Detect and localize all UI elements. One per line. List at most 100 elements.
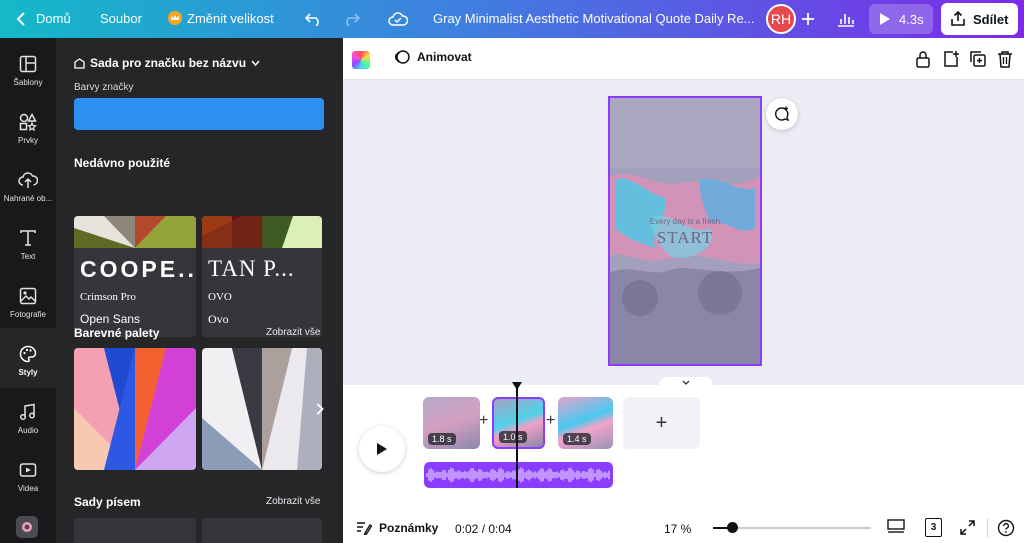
add-comment-button[interactable]: [766, 98, 798, 130]
help-icon[interactable]: [997, 519, 1015, 540]
upload-icon: [18, 172, 38, 188]
palette-stripe: [74, 216, 196, 248]
timeline-clip-selected[interactable]: 1.0 s: [492, 397, 545, 449]
timeline-clip[interactable]: 1.4 s: [558, 397, 613, 449]
recent-heading: Nedávno použité: [74, 156, 171, 170]
top-bar: Domů Soubor Změnit velikost Gray Minimal…: [0, 0, 1024, 38]
file-menu-button[interactable]: Soubor: [100, 11, 142, 26]
palettes-heading: Barevné palety: [74, 326, 160, 340]
scroll-right-button[interactable]: [310, 396, 330, 422]
add-collaborator-icon[interactable]: [795, 6, 821, 32]
rail-item-audio[interactable]: Audio: [0, 403, 56, 461]
plus-icon: +: [655, 411, 668, 434]
font-preview-title: TAN P...: [208, 256, 295, 281]
rail-item-uploads[interactable]: Nahrané ob...: [0, 171, 56, 229]
font-set-card[interactable]: COOPE... Crimson Pro Open Sans: [74, 216, 196, 337]
font-set-card[interactable]: [74, 518, 196, 543]
quote-subtitle[interactable]: Every day is a fresh: [610, 217, 760, 226]
font-name-primary: Crimson Pro: [80, 291, 136, 303]
chevron-left-icon[interactable]: [8, 6, 34, 32]
clip-duration: 1.4 s: [563, 433, 591, 445]
rail-item-elements[interactable]: Prvky: [0, 113, 56, 171]
rail-item-video[interactable]: Videa: [0, 461, 56, 519]
bottom-bar: Poznámky 0:02 / 0:04 17 % 3: [343, 512, 1024, 543]
share-icon: [951, 11, 965, 26]
chevron-right-icon: [316, 403, 324, 415]
font-name-secondary: Open Sans: [80, 312, 141, 326]
resize-button[interactable]: Změnit velikost: [187, 11, 274, 26]
insights-chart-icon[interactable]: [833, 6, 859, 32]
font-set-card[interactable]: TAN P... OVO Ovo: [202, 216, 322, 337]
share-label: Sdílet: [973, 11, 1009, 27]
page-count-button[interactable]: 3: [925, 518, 942, 537]
add-transition-icon[interactable]: +: [546, 412, 555, 430]
rail-label: Audio: [17, 426, 39, 435]
zoom-readout[interactable]: 17 %: [664, 522, 691, 536]
clip-duration: 1.8 s: [428, 433, 456, 445]
user-avatar[interactable]: RH: [766, 4, 796, 34]
zoom-slider[interactable]: [713, 522, 871, 533]
rail-label: Text: [20, 252, 36, 261]
design-page[interactable]: Every day is a fresh START: [608, 96, 762, 366]
notes-button[interactable]: Poznámky: [356, 521, 438, 535]
color-palette-card[interactable]: [202, 348, 322, 470]
animate-label: Animovat: [417, 50, 472, 64]
delete-page-icon[interactable]: [997, 50, 1013, 73]
color-picker-icon[interactable]: [352, 51, 370, 69]
play-duration: 4.3s: [899, 11, 924, 27]
palettes-show-all-link[interactable]: Zobrazit vše: [266, 327, 320, 338]
text-icon: [20, 230, 36, 246]
playhead[interactable]: [516, 385, 518, 488]
undo-icon[interactable]: [301, 6, 327, 32]
grid-view-icon[interactable]: [887, 519, 905, 538]
timeline-play-button[interactable]: [359, 426, 405, 472]
color-palette-card[interactable]: [74, 348, 196, 470]
add-clip-button[interactable]: +: [623, 397, 700, 449]
video-icon: [19, 463, 37, 477]
side-rail: Šablony Prvky Nahrané ob... Text Fotogra…: [0, 38, 56, 543]
comment-add-icon: [775, 106, 790, 122]
rail-label: Nahrané ob...: [3, 194, 53, 203]
document-title[interactable]: Gray Minimalist Aesthetic Motivational Q…: [433, 11, 755, 26]
font-name-primary: OVO: [208, 291, 232, 303]
share-button[interactable]: Sdílet: [941, 3, 1018, 35]
brand-kit-icon: [74, 57, 85, 69]
fullscreen-icon[interactable]: [960, 520, 975, 538]
rail-label: Styly: [18, 368, 38, 377]
animate-button[interactable]: Animovat: [394, 49, 472, 65]
apps-tile-icon[interactable]: [16, 516, 38, 538]
home-button[interactable]: Domů: [36, 11, 71, 26]
quote-title[interactable]: START: [610, 228, 760, 248]
rail-label: Šablony: [13, 78, 43, 87]
redo-icon[interactable]: [338, 6, 364, 32]
add-transition-icon[interactable]: +: [479, 412, 488, 430]
brand-kit-selector[interactable]: Sada pro značku bez názvu: [74, 56, 260, 70]
play-preview-button[interactable]: 4.3s: [869, 4, 933, 34]
brand-color-swatch[interactable]: [74, 98, 324, 130]
clip-duration: 1.0 s: [499, 431, 527, 443]
notes-icon: [357, 522, 372, 535]
lock-icon[interactable]: [915, 50, 931, 73]
rail-item-text[interactable]: Text: [0, 229, 56, 287]
rail-item-styles[interactable]: Styly: [0, 328, 56, 388]
page-count: 3: [930, 522, 937, 533]
rail-item-templates[interactable]: Šablony: [0, 55, 56, 113]
add-page-icon[interactable]: [942, 50, 960, 73]
notes-label: Poznámky: [379, 521, 439, 535]
font-set-card[interactable]: [202, 518, 322, 543]
crown-icon: [167, 10, 183, 26]
zoom-slider-handle[interactable]: [726, 522, 738, 533]
photo-icon: [19, 287, 37, 305]
play-icon: [880, 13, 890, 25]
brand-colors-label: Barvy značky: [74, 82, 134, 93]
divider: [987, 518, 988, 538]
cloud-saved-icon[interactable]: [385, 6, 411, 32]
elements-icon: [19, 113, 37, 131]
audio-track[interactable]: [424, 462, 613, 488]
font-sets-show-all-link[interactable]: Zobrazit vše: [266, 496, 320, 507]
chevron-down-icon: [251, 60, 260, 66]
timeline-collapse-tab[interactable]: [659, 377, 713, 387]
timeline-clip[interactable]: 1.8 s: [423, 397, 480, 449]
duplicate-page-icon[interactable]: [969, 50, 987, 73]
font-sets-heading: Sady písem: [74, 495, 141, 509]
